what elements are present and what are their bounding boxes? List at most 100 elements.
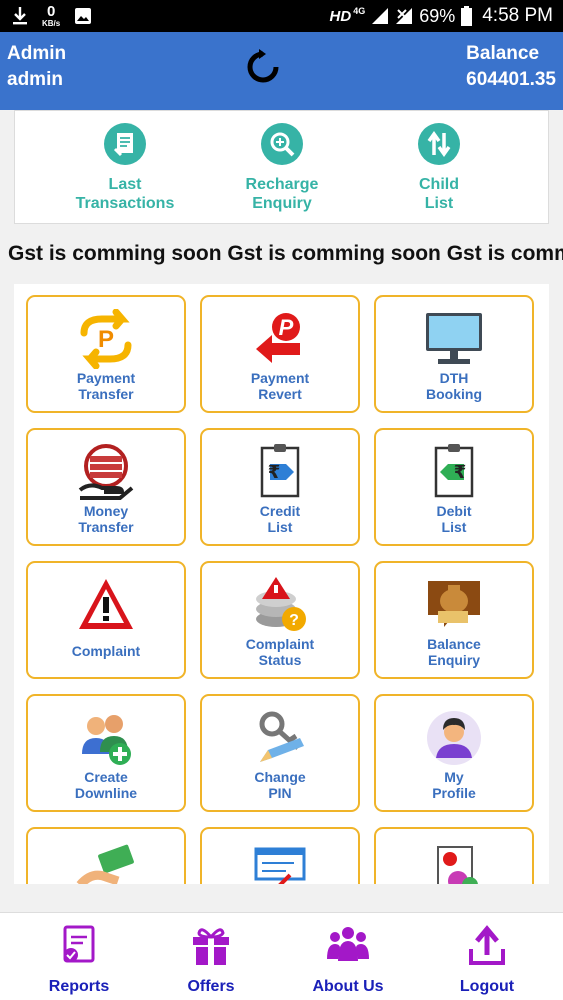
tile-label-line2: Transfer [78,386,134,402]
tile-label-line2: Enquiry [427,652,481,668]
tile-label-line2: Downline [74,785,138,801]
nav-label: Reports [48,978,110,995]
user-info: Admin admin [7,41,66,93]
signal-icon [372,8,389,24]
tile-create-downline[interactable]: Create Downline [26,694,186,812]
tile-user-report[interactable] [374,827,534,884]
download-icon [13,7,27,25]
user-role: Admin [7,43,67,64]
quick-label-line2: List [424,195,454,212]
svg-text:₹: ₹ [454,462,467,483]
tile-my-profile[interactable]: My Profile [374,694,534,812]
quick-label-line2: Transactions [75,195,175,212]
tile-credit-list[interactable]: ₹ Credit List [200,428,360,546]
tile-debit-list[interactable]: ₹ Debit List [374,428,534,546]
svg-text:P: P [98,326,114,353]
balance-enquiry-icon [428,581,480,627]
tile-complaint[interactable]: Complaint [26,561,186,679]
tile-label-line2: Profile [432,785,476,801]
refresh-icon[interactable] [244,48,282,86]
tile-payment-transfer[interactable]: P Payment Transfer [26,295,186,413]
balance-info: Balance 604401.35 [466,41,556,93]
tv-monitor-icon [426,313,482,364]
money-transfer-icon [78,444,134,500]
tile-payment-revert[interactable]: P Payment Revert [200,295,360,413]
tile-label-line2: List [267,519,293,535]
change-pin-icon [259,711,304,762]
group-icon [327,927,369,961]
balance-label: Balance [466,43,540,64]
services-grid: P Payment Transfer P Payment Revert DTH … [14,284,549,884]
reports-icon [63,925,95,963]
network-badge: 4G [353,6,366,16]
svg-text:P: P [279,315,294,340]
nav-about-us[interactable]: About Us [293,923,403,996]
tile-label-line1: DTH [439,370,469,386]
tile-dth-booking[interactable]: DTH Booking [374,295,534,413]
tile-label-line1: Change [254,769,306,785]
network-speed-unit: KB/s [42,19,61,28]
tile-label-line1: Payment [76,370,136,386]
nav-reports[interactable]: Reports [24,923,134,996]
tile-label-line1: Create [84,769,128,785]
app-header: Admin admin Balance 604401.35 [0,32,563,110]
network-type: HD [329,7,352,25]
tile-label-line2: Transfer [78,519,134,535]
tile-label-line1: Balance [427,636,481,652]
status-bar: 0 KB/s HD 4G 69% 4:58 PM [0,0,563,32]
tile-balance-enquiry[interactable]: Balance Enquiry [374,561,534,679]
quick-recharge-enquiry[interactable]: Recharge Enquiry [207,123,357,213]
nav-offers[interactable]: Offers [156,923,266,996]
balance-value: 604401.35 [466,69,556,90]
tile-form-entry[interactable] [200,827,360,884]
tile-label-line2: Booking [426,386,482,402]
tile-complaint-status[interactable]: ? Complaint Status [200,561,360,679]
tile-label-line2: List [441,519,467,535]
debit-list-icon: ₹ [434,444,474,498]
quick-actions-card: Last Transactions Recharge Enquiry Child… [14,110,549,224]
tile-label-line1: Complaint [71,643,141,659]
form-edit-icon [254,847,306,884]
nav-logout[interactable]: Logout [432,923,542,996]
bottom-navigation: Reports Offers About Us Logout [0,912,563,1000]
tile-label-line1: Debit [436,503,472,519]
tile-cash-payment[interactable] [26,827,186,884]
nav-label: About Us [312,978,384,995]
tile-label-line2: Revert [258,386,302,402]
svg-text:?: ? [289,612,299,629]
tile-change-pin[interactable]: Change PIN [200,694,360,812]
payment-revert-icon: P [256,313,300,363]
quick-label-line1: Recharge [245,176,319,193]
tile-label-line1: Complaint [245,636,315,652]
magnifier-icon [261,123,303,165]
gift-icon [193,928,229,965]
tile-label-line1: Credit [259,503,301,519]
tile-money-transfer[interactable]: Money Transfer [26,428,186,546]
user-report-icon [437,846,478,884]
quick-label-line1: Last [108,176,142,193]
profile-avatar-icon [427,711,481,765]
tile-label-line1: Payment [250,370,310,386]
tile-label-line1: My [444,769,464,785]
battery-percent: 69% [419,5,456,26]
news-marquee: Gst is comming soon Gst is comming soon … [8,242,563,265]
quick-last-transactions[interactable]: Last Transactions [50,123,200,213]
gallery-icon [75,8,92,24]
tile-label-line1: Money [83,503,129,519]
warning-icon [79,579,133,629]
battery-icon [461,6,473,26]
user-name: admin [7,69,63,90]
payment-transfer-icon: P [80,309,132,369]
upload-icon [469,925,505,965]
quick-child-list[interactable]: Child List [364,123,514,213]
network-speed-value: 0 [46,3,56,20]
document-icon [104,123,146,165]
clock: 4:58 PM [482,5,553,26]
svg-text:₹: ₹ [268,462,281,483]
quick-label-line1: Child [419,176,459,193]
network-speed: 0 KB/s [42,4,60,28]
tile-label-line2: PIN [268,785,292,801]
tile-label-line2: Status [258,652,302,668]
signal-off-icon [396,8,413,24]
complaint-status-icon: ? [256,577,306,631]
